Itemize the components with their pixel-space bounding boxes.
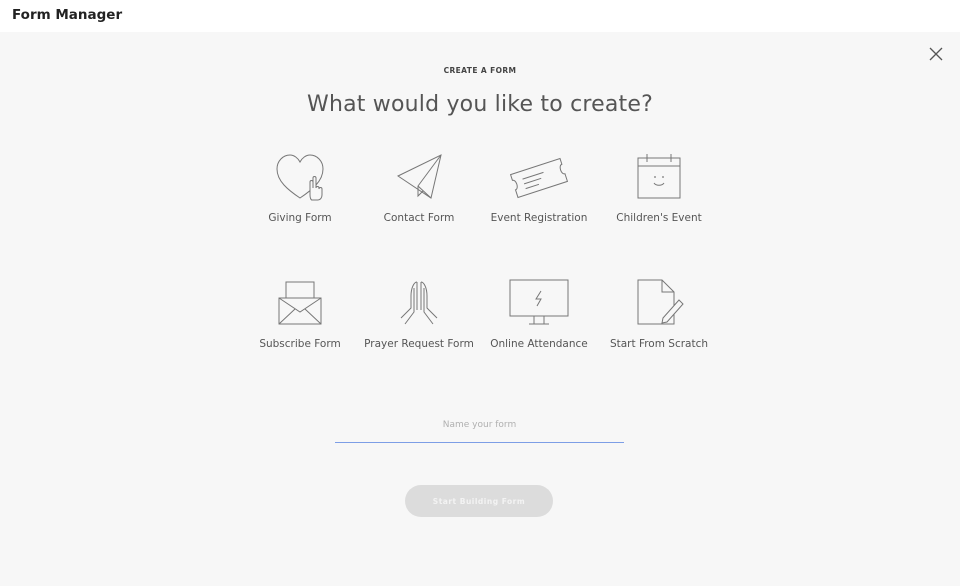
form-type-childrens-event[interactable]: Children's Event bbox=[599, 152, 719, 262]
close-icon bbox=[929, 47, 943, 61]
form-name-field bbox=[335, 408, 624, 444]
form-type-start-from-scratch[interactable]: Start From Scratch bbox=[599, 278, 719, 388]
form-type-event-registration[interactable]: Event Registration bbox=[479, 152, 599, 262]
ticket-icon bbox=[509, 157, 569, 199]
form-type-online-attendance[interactable]: Online Attendance bbox=[479, 278, 599, 388]
close-button[interactable] bbox=[928, 46, 944, 62]
form-type-label: Start From Scratch bbox=[609, 338, 709, 350]
form-type-label: Contact Form bbox=[383, 212, 455, 224]
form-type-label: Online Attendance bbox=[490, 338, 588, 350]
dialog-eyebrow: CREATE A FORM bbox=[443, 66, 517, 75]
heart-hand-icon bbox=[276, 154, 324, 201]
calendar-smile-icon bbox=[637, 154, 681, 199]
form-type-prayer-request[interactable]: Prayer Request Form bbox=[359, 278, 479, 388]
form-type-subscribe[interactable]: Subscribe Form bbox=[240, 278, 360, 388]
document-pencil-icon bbox=[637, 279, 684, 325]
envelope-icon bbox=[278, 281, 322, 325]
form-type-contact[interactable]: Contact Form bbox=[359, 152, 479, 262]
form-type-label: Prayer Request Form bbox=[364, 338, 474, 350]
dialog-heading: What would you like to create? bbox=[307, 92, 653, 117]
app-title: Form Manager bbox=[12, 7, 123, 23]
form-name-input[interactable] bbox=[335, 408, 624, 443]
form-type-label: Event Registration bbox=[490, 212, 588, 224]
form-type-label: Giving Form bbox=[268, 212, 332, 224]
praying-hands-icon bbox=[400, 281, 438, 325]
monitor-icon bbox=[509, 279, 569, 325]
app-header: Form Manager bbox=[0, 0, 960, 32]
form-type-giving[interactable]: Giving Form bbox=[240, 152, 360, 262]
form-type-label: Subscribe Form bbox=[259, 338, 341, 350]
start-building-form-button[interactable]: Start Building Form bbox=[405, 485, 553, 517]
form-type-label: Children's Event bbox=[616, 212, 702, 224]
paper-plane-icon bbox=[396, 154, 442, 199]
